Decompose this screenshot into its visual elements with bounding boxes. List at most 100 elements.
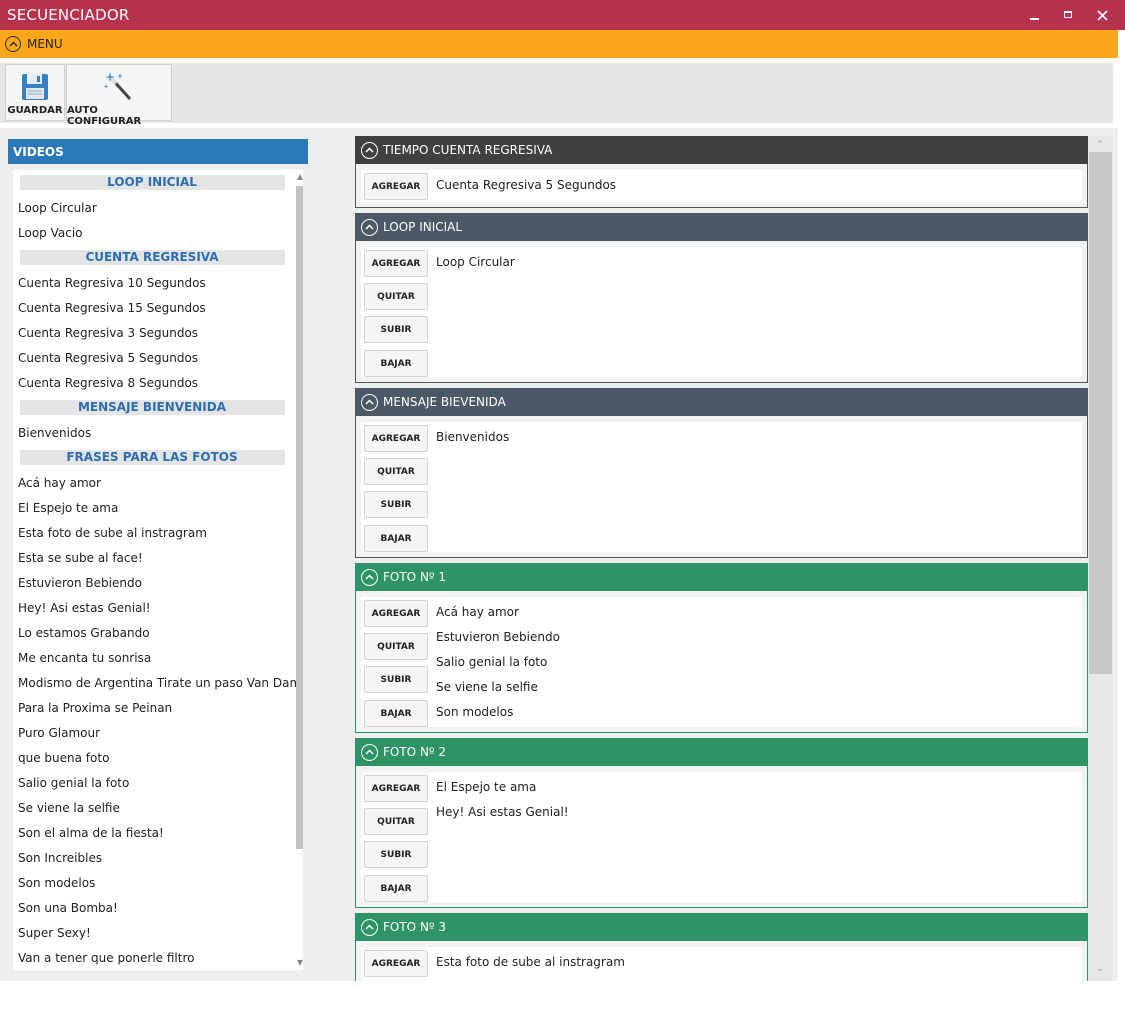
video-list-item[interactable]: Modismo de Argentina Tirate un paso Van … xyxy=(13,670,303,695)
video-list-item[interactable]: Son modelos xyxy=(13,870,303,895)
minimize-button[interactable] xyxy=(1017,0,1051,30)
video-list-item[interactable]: Acá hay amor xyxy=(13,470,303,495)
remove-button[interactable]: QUITAR xyxy=(364,808,428,835)
section-item-list[interactable]: Loop Circular xyxy=(436,249,1076,274)
close-button[interactable] xyxy=(1085,0,1119,30)
add-button[interactable]: AGREGAR xyxy=(364,173,428,200)
move-down-button[interactable]: BAJAR xyxy=(364,350,428,377)
remove-button[interactable]: QUITAR xyxy=(364,458,428,485)
add-button[interactable]: AGREGAR xyxy=(364,600,428,627)
section-item-list[interactable]: El Espejo te ama Hey! Asi estas Genial! xyxy=(436,774,1076,824)
scroll-up-icon[interactable]: ▲ xyxy=(295,172,303,182)
chevron-up-icon[interactable] xyxy=(5,36,21,52)
section-item-list[interactable]: Cuenta Regresiva 5 Segundos xyxy=(436,172,1076,197)
section-title: TIEMPO CUENTA REGRESIVA xyxy=(383,143,553,157)
section-header[interactable]: LOOP INICIAL xyxy=(355,213,1088,241)
menu-bar[interactable]: MENU xyxy=(0,30,1118,58)
section-item[interactable]: Estuvieron Bebiendo xyxy=(436,624,1076,649)
video-list-item[interactable]: Lo estamos Grabando xyxy=(13,620,303,645)
video-list-item[interactable]: Cuenta Regresiva 3 Segundos xyxy=(13,320,303,345)
video-list-item[interactable]: Van a tener que ponerle filtro xyxy=(13,945,303,970)
video-list-item[interactable]: Hey! Asi estas Genial! xyxy=(13,595,303,620)
chevron-up-icon[interactable] xyxy=(361,918,378,936)
scroll-down-icon[interactable]: ▼ xyxy=(295,958,303,968)
section-body: AGREGAR QUITAR SUBIR BAJAR El Espejo te ama H… xyxy=(361,772,1082,902)
section-item[interactable]: Hey! Asi estas Genial! xyxy=(436,799,1076,824)
video-list-item[interactable]: Para la Proxima se Peinan xyxy=(13,695,303,720)
move-down-button[interactable]: BAJAR xyxy=(364,525,428,552)
video-list-item[interactable]: Cuenta Regresiva 8 Segundos xyxy=(13,370,303,395)
section-item[interactable]: Se viene la selfie xyxy=(436,674,1076,699)
remove-button[interactable]: QUITAR xyxy=(364,633,428,660)
sequence-section: FOTO Nº 1 AGREGAR QUITAR SUBIR BAJAR Acá hay … xyxy=(355,563,1088,733)
video-list-item[interactable]: Esta foto de sube al instragram xyxy=(13,520,303,545)
video-list-item[interactable]: Estuvieron Bebiendo xyxy=(13,570,303,595)
section-header[interactable]: MENSAJE BIEVENIDA xyxy=(355,388,1088,416)
video-list-item[interactable]: Loop Circular xyxy=(13,195,303,220)
chevron-up-icon[interactable] xyxy=(361,393,378,411)
video-list-item[interactable]: Bienvenidos xyxy=(13,420,303,445)
close-icon xyxy=(1096,9,1108,21)
video-list-item[interactable]: Son una Bomba! xyxy=(13,895,303,920)
chevron-up-icon[interactable] xyxy=(361,743,378,761)
video-list-item[interactable]: Salio genial la foto xyxy=(13,770,303,795)
move-down-button[interactable]: BAJAR xyxy=(364,875,428,902)
save-label: GUARDAR xyxy=(7,105,63,116)
section-item[interactable]: Cuenta Regresiva 5 Segundos xyxy=(436,172,1076,197)
maximize-button[interactable] xyxy=(1051,0,1085,30)
section-item[interactable]: Loop Circular xyxy=(436,249,1076,274)
chevron-up-icon[interactable] xyxy=(361,218,378,236)
move-up-button[interactable]: SUBIR xyxy=(364,491,428,518)
save-button[interactable]: GUARDAR xyxy=(5,64,65,121)
title-bar: SECUENCIADOR xyxy=(0,0,1125,30)
video-list-item[interactable]: Se viene la selfie xyxy=(13,795,303,820)
section-header[interactable]: FOTO Nº 2 xyxy=(355,738,1088,766)
section-item[interactable]: El Espejo te ama xyxy=(436,774,1076,799)
video-list-item[interactable]: Super Sexy! xyxy=(13,920,303,945)
video-list-item[interactable]: El Espejo te ama xyxy=(13,495,303,520)
section-item-list[interactable]: Esta foto de sube al instragram xyxy=(436,949,1076,974)
video-list-item[interactable]: que buena foto xyxy=(13,745,303,770)
videos-scrollbar[interactable]: ▲ ▼ xyxy=(294,170,303,970)
section-item[interactable]: Acá hay amor xyxy=(436,599,1076,624)
add-button[interactable]: AGREGAR xyxy=(364,775,428,802)
video-list-item[interactable]: Cuenta Regresiva 5 Segundos xyxy=(13,345,303,370)
auto-configure-button[interactable]: AUTO CONFIGURAR xyxy=(66,64,172,127)
section-item[interactable]: Esta foto de sube al instragram xyxy=(436,949,1076,974)
video-list-item[interactable]: Son el alma de la fiesta! xyxy=(13,820,303,845)
section-item[interactable]: Salio genial la foto xyxy=(436,649,1076,674)
sections-area: TIEMPO CUENTA REGRESIVA AGREGAR Cuenta Reg… xyxy=(355,136,1113,981)
section-item[interactable]: Son modelos xyxy=(436,699,1076,724)
add-button[interactable]: AGREGAR xyxy=(364,425,428,452)
section-header[interactable]: FOTO Nº 3 xyxy=(355,913,1088,941)
section-item[interactable]: Bienvenidos xyxy=(436,424,1076,449)
section-header[interactable]: FOTO Nº 1 xyxy=(355,563,1088,591)
section-item-list[interactable]: Acá hay amor Estuvieron Bebiendo Salio gen… xyxy=(436,599,1076,724)
move-up-button[interactable]: SUBIR xyxy=(364,666,428,693)
chevron-up-icon[interactable] xyxy=(361,568,378,586)
section-title: FOTO Nº 3 xyxy=(383,920,447,934)
video-list-item[interactable]: Son Increibles xyxy=(13,845,303,870)
videos-list[interactable]: LOOP INICIAL Loop Circular Loop Vacio CUENT… xyxy=(13,170,303,970)
move-up-button[interactable]: SUBIR xyxy=(364,841,428,868)
video-list-item[interactable]: Loop Vacio xyxy=(13,220,303,245)
minimize-icon xyxy=(1029,18,1039,20)
move-down-button[interactable]: BAJAR xyxy=(364,700,428,727)
chevron-up-icon[interactable] xyxy=(361,141,378,159)
section-item-list[interactable]: Bienvenidos xyxy=(436,424,1076,449)
menu-label[interactable]: MENU xyxy=(27,37,63,51)
add-button[interactable]: AGREGAR xyxy=(364,950,428,977)
auto-configure-label: AUTO CONFIGURAR xyxy=(67,105,142,127)
move-up-button[interactable]: SUBIR xyxy=(364,316,428,343)
scroll-thumb[interactable] xyxy=(296,186,303,849)
section-title: FOTO Nº 2 xyxy=(383,745,447,759)
remove-button[interactable]: QUITAR xyxy=(364,283,428,310)
video-list-item[interactable]: Puro Glamour xyxy=(13,720,303,745)
add-button[interactable]: AGREGAR xyxy=(364,250,428,277)
video-list-item[interactable]: Esta se sube al face! xyxy=(13,545,303,570)
video-group-label: FRASES PARA LAS FOTOS xyxy=(19,450,285,465)
video-list-item[interactable]: Me encanta tu sonrisa xyxy=(13,645,303,670)
video-list-item[interactable]: Cuenta Regresiva 15 Segundos xyxy=(13,295,303,320)
section-header[interactable]: TIEMPO CUENTA REGRESIVA xyxy=(355,136,1088,164)
video-list-item[interactable]: Cuenta Regresiva 10 Segundos xyxy=(13,270,303,295)
